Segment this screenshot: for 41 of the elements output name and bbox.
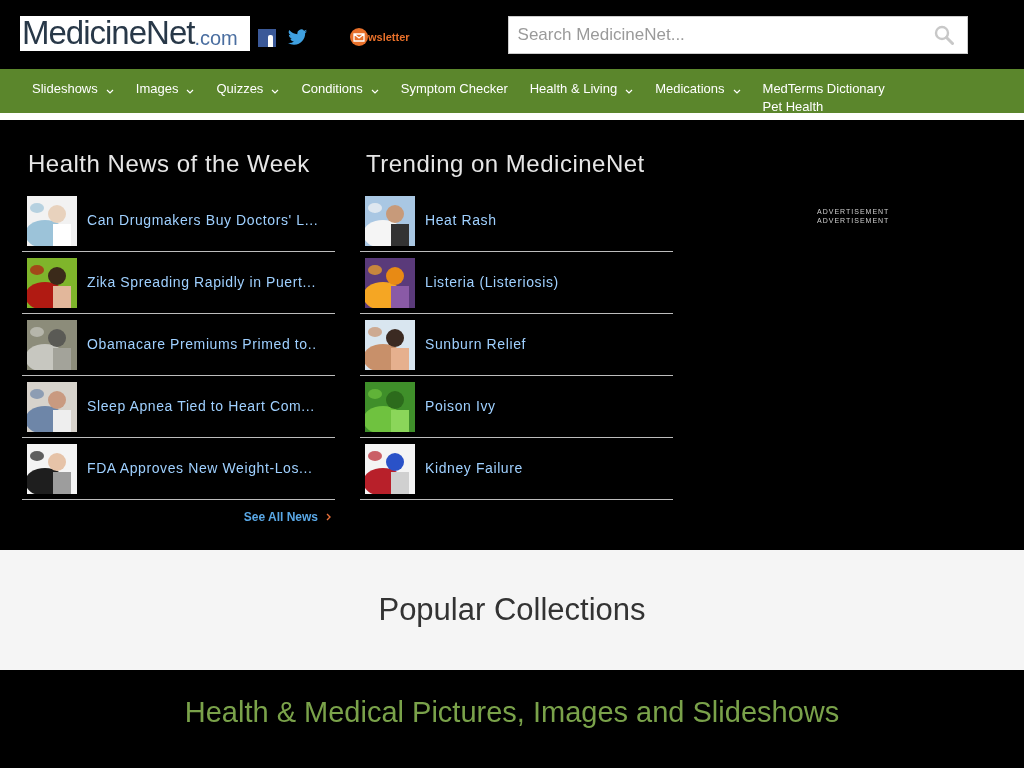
article-title: FDA Approves New Weight-Los... <box>87 459 313 478</box>
see-all-news-link[interactable]: See All News <box>243 508 331 526</box>
article-link[interactable]: FDA Approves New Weight-Los... <box>22 438 335 500</box>
nav-menu-item[interactable]: Pet Health <box>762 99 885 115</box>
bird-icon[interactable] <box>288 29 308 46</box>
article-title: Heat Rash <box>425 211 497 230</box>
article-title: Obamacare Premiums Primed to.. <box>87 335 317 354</box>
chevron-right-icon <box>326 513 331 521</box>
nav-menu-item[interactable]: MedTerms Dictionary <box>762 81 885 97</box>
nav-menu-item[interactable]: Medications <box>655 81 741 97</box>
article-link[interactable]: Sunburn Relief <box>360 314 673 376</box>
article-link[interactable]: Listeria (Listeriosis) <box>360 252 673 314</box>
nav-menu-item[interactable]: Images <box>135 81 195 97</box>
article-link[interactable]: Zika Spreading Rapidly in Puert... <box>22 252 335 314</box>
nav-menu-item[interactable]: Health & Living <box>529 81 634 97</box>
article-link[interactable]: Obamacare Premiums Primed to.. <box>22 314 335 376</box>
article-title: Kidney Failure <box>425 459 523 478</box>
section-heading: Popular Collections <box>378 590 646 629</box>
article-title: Zika Spreading Rapidly in Puert... <box>87 273 316 292</box>
facebook-icon[interactable] <box>258 29 276 47</box>
logo[interactable]: MedicineNet.com <box>20 16 250 51</box>
nav-menu-item[interactable]: Slideshows <box>32 81 114 97</box>
article-link[interactable]: Can Drugmakers Buy Doctors' L... <box>22 190 335 252</box>
section-heading: Trending on MedicineNet <box>365 149 646 179</box>
section-heading: Health News of the Week <box>27 149 311 179</box>
envelope-icon[interactable] <box>350 28 368 46</box>
article-title: Can Drugmakers Buy Doctors' L... <box>87 211 319 230</box>
article-title: Listeria (Listeriosis) <box>425 273 559 292</box>
article-link[interactable]: Kidney Failure <box>360 438 673 500</box>
nav-menu-item[interactable]: Conditions <box>301 81 379 97</box>
article-link[interactable]: Heat Rash <box>360 190 673 252</box>
nav-menu-item[interactable]: Symptom Checker <box>400 81 508 97</box>
section-heading: Health & Medical Pictures, Images and Slideshows <box>184 695 840 731</box>
article-link[interactable]: Poison Ivy <box>360 376 673 438</box>
article-title: Sunburn Relief <box>425 335 526 354</box>
article-title: Sleep Apnea Tied to Heart Com... <box>87 397 315 416</box>
nav-menu-item[interactable]: Quizzes <box>216 81 280 97</box>
article-title: Poison Ivy <box>425 397 496 416</box>
search-field[interactable]: Search MedicineNet... <box>507 16 968 54</box>
newsletter-link[interactable]: wsletter <box>368 28 410 46</box>
article-link[interactable]: Sleep Apnea Tied to Heart Com... <box>22 376 335 438</box>
